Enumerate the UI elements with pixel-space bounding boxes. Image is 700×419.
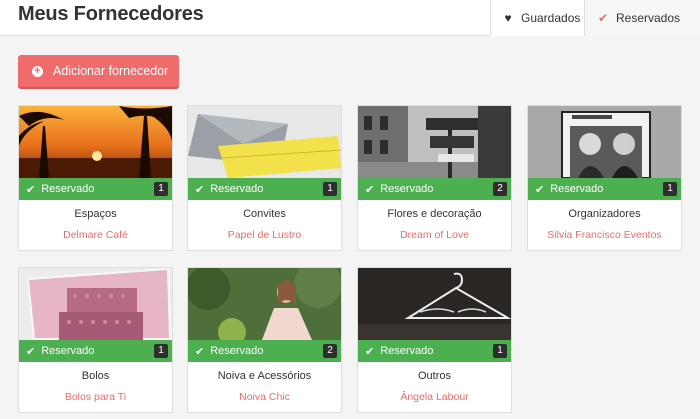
status-label: Reservado [550,183,604,195]
check-icon: ✔ [195,345,205,358]
card-category: Flores e decoração [387,208,482,220]
status-label: Reservado [41,183,95,195]
tab-reservados-label: Reservados [616,11,681,25]
status-reserved-bar: ✔ Reservado 1 [358,340,511,362]
envelope-image [188,106,341,178]
sunset-beach-image [19,106,172,178]
page-header: Meus Fornecedores ♥ Guardados ✔ Reservad… [0,0,700,36]
reservation-count-badge: 1 [493,344,507,358]
vendor-link[interactable]: Papel de Lustro [188,229,341,241]
card-category: Organizadores [568,208,641,220]
reservation-count-badge: 2 [323,344,337,358]
check-icon: ✔ [365,345,375,358]
cake-image [19,268,172,340]
reservation-count-badge: 1 [154,344,168,358]
vendor-link[interactable]: Ângela Labour [358,391,511,403]
status-reserved-bar: ✔ Reservado 1 [19,178,172,200]
heart-icon: ♥ [504,11,512,25]
status-reserved-bar: ✔ Reservado 2 [358,178,511,200]
check-icon: ✔ [597,11,609,25]
plus-circle-icon: + [32,65,43,77]
tab-guardados-label: Guardados [521,11,581,25]
bride-image [188,268,341,340]
supplier-card-outros[interactable]: ✔ Reservado 1 Outros Ângela Labour [357,267,512,413]
status-label: Reservado [380,183,434,195]
status-label: Reservado [210,345,264,357]
supplier-card-bolos[interactable]: ✔ Reservado 1 Bolos Bolos para Ti [18,267,173,413]
card-category: Outros [417,370,451,382]
check-icon: ✔ [195,183,205,196]
couple-photo-frame-image [528,106,681,178]
card-category: Espaços [74,208,117,220]
check-icon: ✔ [535,183,545,196]
supplier-card-convites[interactable]: ✔ Reservado 1 Convites Papel de Lustro [187,105,342,251]
page-title: Meus Fornecedores [18,3,204,25]
supplier-card-espacos[interactable]: ✔ Reservado 1 Espaços Delmare Café [18,105,173,251]
venue-signs-image [358,106,511,178]
reservation-count-badge: 1 [323,182,337,196]
vendor-link[interactable]: Noiva Chic [188,391,341,403]
add-supplier-button[interactable]: + Adicionar fornecedor [18,55,179,87]
supplier-card-noiva[interactable]: ✔ Reservado 2 Noiva e Acessórios Noiva C… [187,267,342,413]
check-icon: ✔ [26,183,36,196]
check-icon: ✔ [365,183,375,196]
tab-reservados[interactable]: ✔ Reservados [584,0,700,36]
tab-guardados[interactable]: ♥ Guardados [490,0,584,36]
vendor-link[interactable]: Bolos para Ti [19,391,172,403]
reservation-count-badge: 1 [663,182,677,196]
status-label: Reservado [380,345,434,357]
vendor-link[interactable]: Dream of Love [358,229,511,241]
reservation-count-badge: 1 [154,182,168,196]
card-category: Convites [243,208,286,220]
check-icon: ✔ [26,345,36,358]
vendor-link[interactable]: Delmare Café [19,229,172,241]
status-reserved-bar: ✔ Reservado 2 [188,340,341,362]
card-category: Noiva e Acessórios [217,370,312,382]
status-reserved-bar: ✔ Reservado 1 [188,178,341,200]
status-reserved-bar: ✔ Reservado 1 [528,178,681,200]
hanger-image [358,268,511,340]
card-category: Bolos [81,370,110,382]
status-reserved-bar: ✔ Reservado 1 [19,340,172,362]
reservation-count-badge: 2 [493,182,507,196]
add-supplier-label: Adicionar fornecedor [53,64,169,78]
status-label: Reservado [210,183,264,195]
status-label: Reservado [41,345,95,357]
vendor-link[interactable]: Silvia Francisco Eventos [528,229,681,241]
supplier-card-organizadores[interactable]: ✔ Reservado 1 Organizadores Silvia Franc… [527,105,682,251]
supplier-card-flores[interactable]: ✔ Reservado 2 Flores e decoração Dream o… [357,105,512,251]
